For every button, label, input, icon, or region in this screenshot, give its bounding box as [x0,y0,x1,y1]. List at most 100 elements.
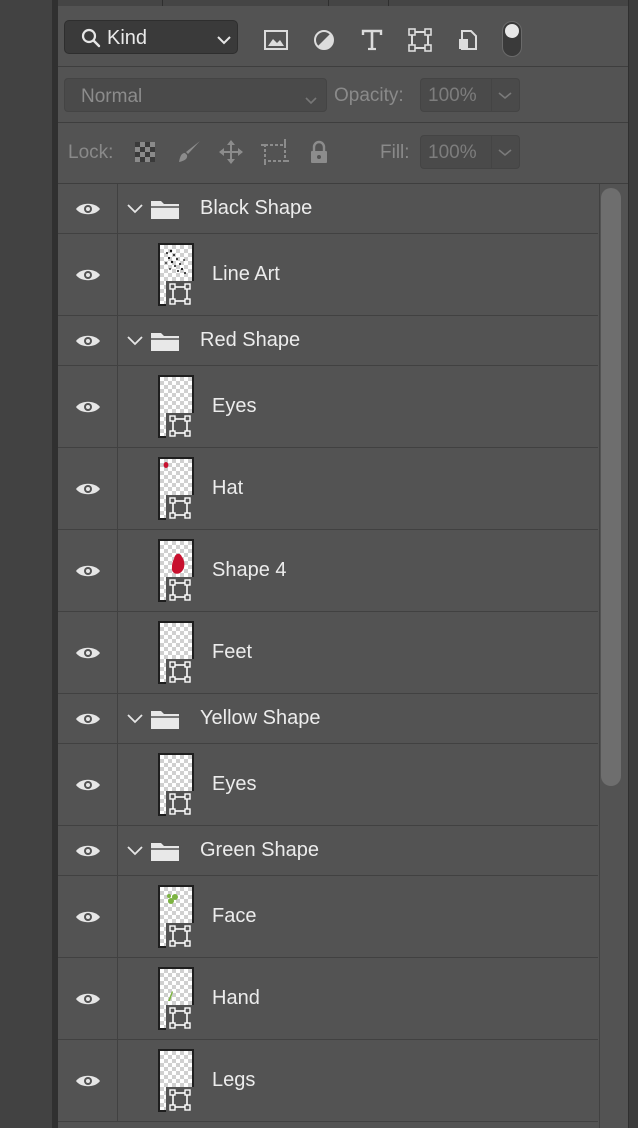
opacity-label: Opacity: [334,85,404,106]
layer-row[interactable]: Shape 4 [58,530,598,612]
layer-thumbnail [158,967,194,1031]
chevron-down-icon[interactable] [126,334,144,352]
layer-row[interactable]: Hand [58,958,598,1040]
lock-label: Lock: [68,142,114,163]
visibility-toggle[interactable] [58,958,118,1039]
layer-row[interactable]: Face [58,876,598,958]
chevron-down-icon [217,32,231,50]
layer-thumbnail [158,539,194,603]
visibility-toggle[interactable] [58,448,118,529]
eye-icon [76,335,100,346]
panel-tab-strip [58,0,628,6]
visibility-toggle[interactable] [58,366,118,447]
shape-filter-icon[interactable] [406,26,434,54]
lock-artboard-icon[interactable] [260,137,290,167]
visibility-toggle[interactable] [58,694,118,743]
blend-bar: Normal Opacity: 100% [58,67,628,123]
layer-name: Eyes [212,773,257,795]
layer-name: Green Shape [200,839,319,861]
shape-layer-icon [166,1005,194,1031]
visibility-toggle[interactable] [58,184,118,233]
layer-thumbnail [158,621,194,685]
layer-group-row[interactable]: Black Shape [58,184,598,234]
lock-transparent-pixels-icon[interactable] [130,137,160,167]
toggle-knob [505,24,519,38]
lock-all-icon[interactable] [304,137,334,167]
shape-layer-icon [166,791,194,817]
layer-name: Hat [212,477,244,499]
shape-layer-icon [166,413,194,439]
layer-row[interactable]: Line Art [58,234,598,316]
tab-divider [388,0,389,6]
layers-panel: Kind Normal Opacity: 100% Lock: Fill: 10… [58,0,628,1128]
layer-name: Red Shape [200,329,301,351]
visibility-toggle[interactable] [58,826,118,875]
layers-list: Black Shape Line Art Red Shape Eyes Hat … [58,184,598,1122]
eye-icon [76,713,100,724]
layer-name: Line Art [212,263,280,285]
opacity-dropdown-button[interactable] [492,78,520,112]
fill-input[interactable]: 100% [420,135,492,169]
search-icon [81,28,101,53]
blend-mode-select[interactable]: Normal [64,78,327,112]
layer-name: Shape 4 [212,559,287,581]
layer-thumbnail [158,885,194,949]
layer-row[interactable]: Feet [58,612,598,694]
layer-name: Yellow Shape [200,707,321,729]
layer-row[interactable]: Legs [58,1040,598,1122]
layer-group-row[interactable]: Yellow Shape [58,694,598,744]
visibility-toggle[interactable] [58,530,118,611]
visibility-toggle[interactable] [58,316,118,365]
eye-icon [76,565,100,576]
folder-icon [150,708,180,735]
filter-toggle[interactable] [502,21,522,57]
shape-layer-icon [166,495,194,521]
kind-filter-select[interactable]: Kind [64,20,238,54]
eye-icon [76,993,100,1004]
chevron-down-icon[interactable] [126,844,144,862]
chevron-down-icon[interactable] [126,712,144,730]
layer-row[interactable]: Eyes [58,744,598,826]
folder-icon [150,330,180,357]
layer-name: Black Shape [200,197,313,219]
layer-group-row[interactable]: Green Shape [58,826,598,876]
eye-icon [76,647,100,658]
adjustment-filter-icon[interactable] [310,26,338,54]
lock-image-pixels-icon[interactable] [174,137,204,167]
layer-name: Legs [212,1069,256,1091]
opacity-input[interactable]: 100% [420,78,492,112]
lock-bar: Lock: Fill: 100% [58,123,628,184]
lock-position-icon[interactable] [216,137,246,167]
visibility-toggle[interactable] [58,744,118,825]
visibility-toggle[interactable] [58,1040,118,1121]
tab-divider [162,0,163,6]
visibility-toggle[interactable] [58,234,118,315]
fill-dropdown-button[interactable] [492,135,520,169]
shape-layer-icon [166,1087,194,1113]
layer-row[interactable]: Eyes [58,366,598,448]
right-edge [628,0,638,1128]
layer-row[interactable]: Hat [58,448,598,530]
layer-name: Face [212,905,257,927]
kind-filter-label: Kind [107,27,148,49]
shape-layer-icon [166,577,194,603]
fill-label: Fill: [380,142,410,163]
shape-layer-icon [166,659,194,685]
visibility-toggle[interactable] [58,876,118,957]
layer-thumbnail [158,243,194,307]
layer-group-row[interactable]: Red Shape [58,316,598,366]
visibility-toggle[interactable] [58,612,118,693]
filter-bar: Kind [58,6,628,67]
eye-icon [76,203,100,214]
folder-icon [150,198,180,225]
left-gutter [0,0,52,1128]
type-filter-icon[interactable] [358,26,386,54]
eye-icon [76,483,100,494]
smart-object-filter-icon[interactable] [454,26,482,54]
eye-icon [76,401,100,412]
scrollbar-thumb[interactable] [601,188,621,786]
image-filter-icon[interactable] [262,26,290,54]
layer-name: Feet [212,641,253,663]
chevron-down-icon[interactable] [126,202,144,220]
layer-thumbnail [158,375,194,439]
